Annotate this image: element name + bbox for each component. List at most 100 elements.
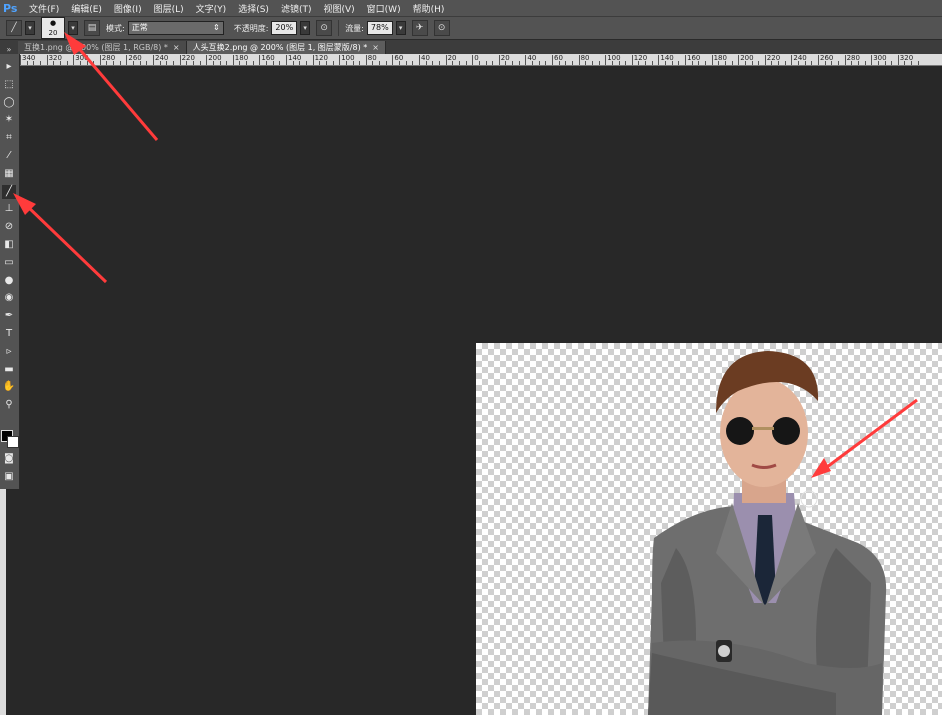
ruler-minor-tick bbox=[718, 61, 720, 65]
opacity-label: 不透明度: bbox=[233, 23, 269, 33]
ruler-minor-tick bbox=[618, 61, 620, 65]
photoshop-logo: Ps bbox=[3, 1, 18, 15]
flow-input[interactable]: 78% bbox=[366, 21, 393, 35]
brush-panel-toggle[interactable]: ▤ bbox=[84, 20, 100, 36]
chevron-down-icon: ▾ bbox=[68, 21, 78, 35]
brush-tool-icon[interactable]: ╱ bbox=[2, 184, 16, 199]
shape-tool-icon[interactable]: ▬ bbox=[2, 363, 16, 377]
ruler-minor-tick bbox=[744, 61, 746, 65]
ruler-minor-tick bbox=[305, 61, 307, 65]
ruler-tick bbox=[46, 55, 48, 65]
menu-edit[interactable]: 编辑(E) bbox=[65, 2, 108, 15]
ruler-tick bbox=[259, 55, 261, 65]
history-brush-tool-icon[interactable]: ⊘ bbox=[2, 220, 16, 234]
ruler-minor-tick bbox=[385, 61, 387, 65]
quick-mask-icon[interactable]: ◙ bbox=[2, 452, 16, 466]
ruler-minor-tick bbox=[864, 61, 866, 65]
ruler-tick bbox=[73, 55, 75, 65]
ruler-minor-tick bbox=[272, 61, 274, 65]
ruler-minor-tick bbox=[891, 61, 893, 65]
gradient-tool-icon[interactable]: ▭ bbox=[2, 256, 16, 270]
ruler-minor-tick bbox=[325, 61, 327, 65]
ruler-minor-tick bbox=[266, 61, 268, 65]
close-icon[interactable]: × bbox=[372, 41, 379, 54]
ruler-minor-tick bbox=[877, 61, 879, 65]
menu-select[interactable]: 选择(S) bbox=[232, 2, 275, 15]
blur-tool-icon[interactable]: ● bbox=[2, 274, 16, 288]
tool-preset-picker[interactable]: ╱ ▾ bbox=[6, 20, 35, 36]
close-icon[interactable]: × bbox=[173, 41, 180, 54]
document-canvas[interactable] bbox=[476, 343, 942, 715]
ruler-minor-tick bbox=[611, 61, 613, 65]
healing-tool-icon[interactable]: ▦ bbox=[2, 167, 16, 181]
brush-size-preview: ● 20 bbox=[41, 17, 65, 39]
opacity-dropdown[interactable]: ▾ bbox=[300, 21, 311, 35]
screen-mode-icon[interactable]: ▣ bbox=[2, 470, 16, 484]
eyedropper-tool-icon[interactable]: ⁄ bbox=[2, 149, 16, 163]
lasso-tool-icon[interactable]: ◯ bbox=[2, 96, 16, 110]
ruler-minor-tick bbox=[279, 61, 281, 65]
magic-wand-tool-icon[interactable]: ✶ bbox=[2, 113, 16, 127]
ruler-tick bbox=[578, 55, 580, 65]
menu-filter[interactable]: 滤镜(T) bbox=[275, 2, 318, 15]
ruler-minor-tick bbox=[571, 61, 573, 65]
brush-size-picker[interactable]: ● 20 ▾ bbox=[41, 17, 78, 39]
ruler-minor-tick bbox=[405, 61, 407, 65]
ruler-minor-tick bbox=[33, 61, 35, 65]
menu-type[interactable]: 文字(Y) bbox=[190, 2, 233, 15]
ruler-tick bbox=[339, 55, 341, 65]
tab-document-2[interactable]: 人头互换2.png @ 200% (图层 1, 图层蒙版/8) * × bbox=[186, 41, 386, 54]
ruler-minor-tick bbox=[252, 61, 254, 65]
mode-select[interactable]: 正常 ⇕ bbox=[127, 21, 224, 35]
opacity-input[interactable]: 20% bbox=[271, 21, 298, 35]
ruler-tick bbox=[20, 55, 21, 65]
hand-tool-icon[interactable]: ✋ bbox=[2, 380, 16, 394]
menu-help[interactable]: 帮助(H) bbox=[407, 2, 451, 15]
crop-tool-icon[interactable]: ⌗ bbox=[2, 131, 16, 145]
ruler-minor-tick bbox=[751, 61, 753, 65]
ruler-minor-tick bbox=[299, 61, 301, 65]
flow-dropdown[interactable]: ▾ bbox=[395, 21, 406, 35]
ruler-minor-tick bbox=[911, 61, 913, 65]
menu-file[interactable]: 文件(F) bbox=[23, 2, 65, 15]
eraser-tool-icon[interactable]: ◧ bbox=[2, 238, 16, 252]
move-tool-icon[interactable]: ▸ bbox=[2, 60, 16, 74]
stamp-tool-icon[interactable]: ⊥ bbox=[2, 202, 16, 216]
ruler-minor-tick bbox=[585, 61, 587, 65]
ruler-tick bbox=[711, 55, 713, 65]
marquee-tool-icon[interactable]: ⬚ bbox=[2, 78, 16, 92]
dodge-tool-icon[interactable]: ◉ bbox=[2, 291, 16, 305]
ruler-minor-tick bbox=[724, 61, 726, 65]
ruler-minor-tick bbox=[731, 61, 733, 65]
ruler-minor-tick bbox=[438, 61, 440, 65]
panel-collapse-icon[interactable]: » bbox=[0, 45, 18, 54]
ruler-tick bbox=[206, 55, 208, 65]
horizontal-ruler[interactable]: 340 320 300 280 260 240 220 200 180 160 140 120 100 8… bbox=[20, 54, 942, 66]
pen-tool-icon[interactable]: ✒ bbox=[2, 309, 16, 323]
mode-value: 正常 bbox=[131, 23, 148, 32]
ruler-tick bbox=[419, 55, 420, 65]
menu-window[interactable]: 窗口(W) bbox=[361, 2, 407, 15]
tab-document-1[interactable]: 互换1.png @ 200% (图层 1, RGB/8) * × bbox=[18, 41, 187, 54]
pressure-opacity-toggle[interactable]: ⊙ bbox=[316, 20, 333, 36]
menu-image[interactable]: 图像(I) bbox=[108, 2, 148, 15]
menu-view[interactable]: 视图(V) bbox=[317, 2, 360, 15]
ruler-minor-tick bbox=[458, 61, 460, 65]
ruler-minor-tick bbox=[811, 61, 813, 65]
ruler-minor-tick bbox=[192, 61, 194, 65]
ruler-minor-tick bbox=[412, 61, 414, 65]
menu-layer[interactable]: 图层(L) bbox=[148, 2, 190, 15]
select-arrows-icon: ⇕ bbox=[213, 23, 220, 32]
zoom-tool-icon[interactable]: ⚲ bbox=[2, 398, 16, 412]
document-tab-bar: » 互换1.png @ 200% (图层 1, RGB/8) * × 人头互换2… bbox=[0, 40, 942, 54]
path-select-tool-icon[interactable]: ▹ bbox=[2, 345, 16, 359]
ruler-minor-tick bbox=[133, 61, 135, 65]
background-color-swatch[interactable] bbox=[7, 436, 19, 448]
ruler-minor-tick bbox=[79, 61, 81, 65]
ruler-minor-tick bbox=[691, 61, 693, 65]
pressure-size-toggle[interactable]: ⊙ bbox=[433, 20, 450, 36]
ruler-minor-tick bbox=[452, 61, 454, 65]
ruler-tick bbox=[472, 55, 474, 65]
airbrush-toggle[interactable]: ✈ bbox=[411, 20, 428, 36]
type-tool-icon[interactable]: T bbox=[2, 327, 16, 341]
